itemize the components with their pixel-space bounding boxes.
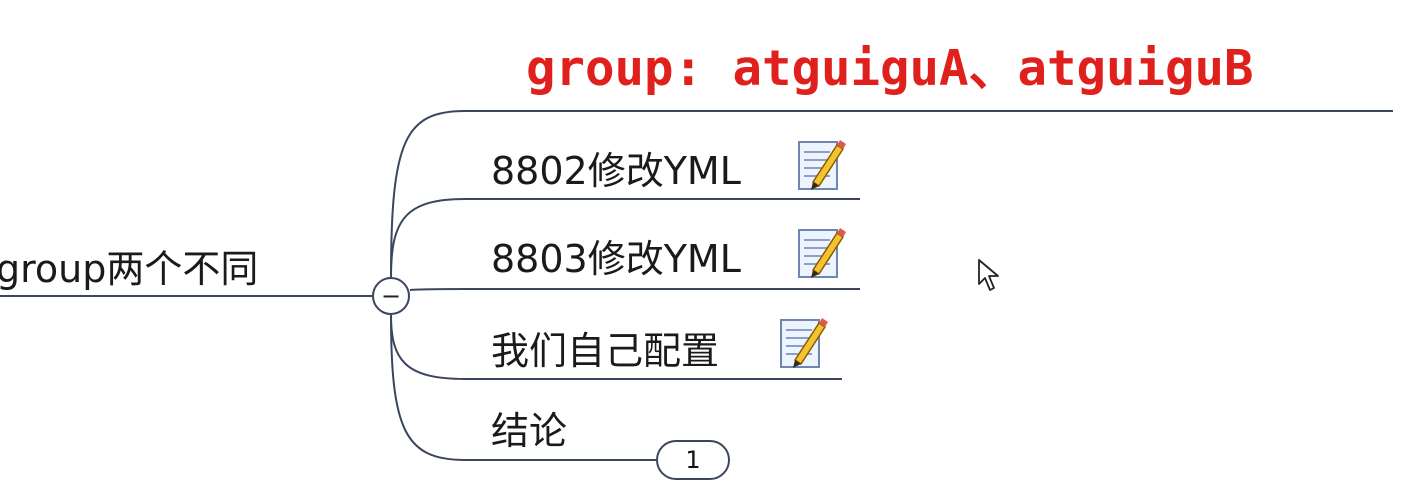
child-node-self-config-label[interactable]: 我们自己配置 (491, 332, 719, 370)
hidden-children-count-badge[interactable]: 1 (656, 440, 730, 480)
collapse-toggle-button[interactable]: − (372, 277, 410, 315)
mouse-cursor-icon (978, 259, 999, 291)
branch-8803 (409, 288, 860, 291)
notes-pencil-icon[interactable] (796, 137, 846, 193)
red-title-label[interactable]: group: atguiguA、atguiguB (526, 44, 1254, 93)
parent-node-label[interactable]: group两个不同 (0, 250, 258, 288)
notes-pencil-icon[interactable] (796, 225, 846, 281)
child-node-conclusion-label[interactable]: 结论 (491, 412, 567, 450)
child-node-8803-label[interactable]: 8803修改YML (491, 240, 741, 278)
notes-pencil-icon[interactable] (778, 315, 828, 371)
child-node-8802-label[interactable]: 8802修改YML (491, 152, 741, 190)
